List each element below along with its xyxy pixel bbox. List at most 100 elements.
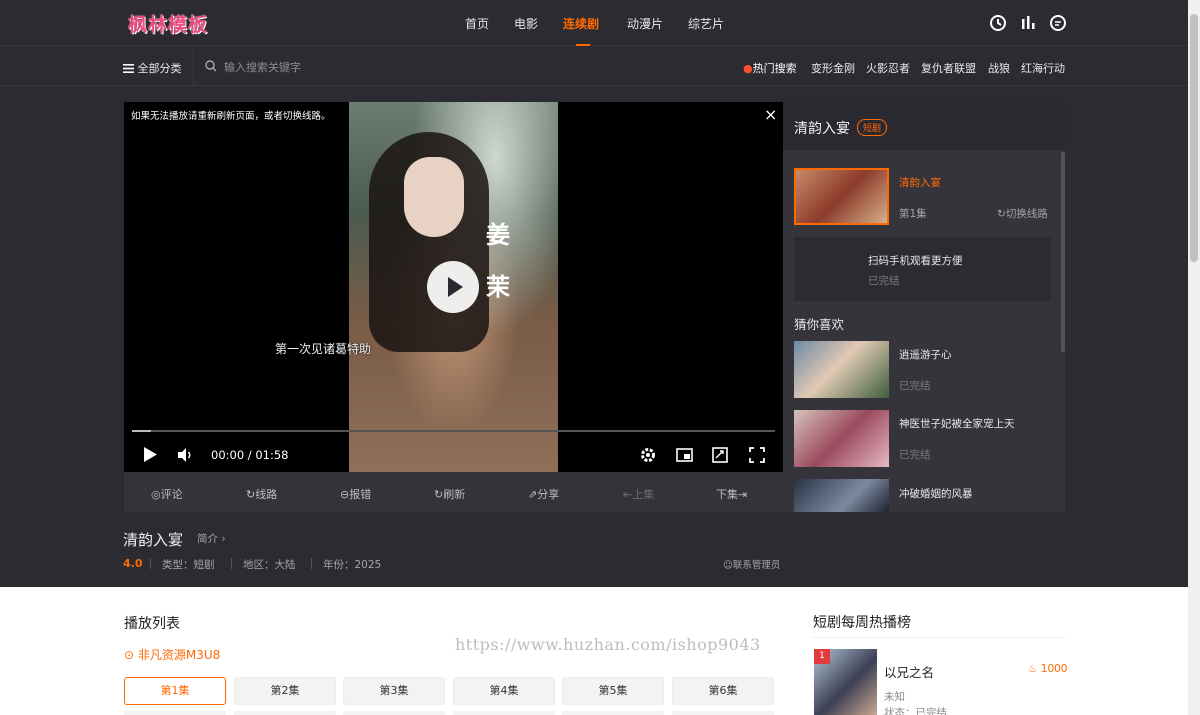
rating-score: 4.0 bbox=[123, 557, 143, 570]
nav-anime[interactable]: 动漫片 bbox=[627, 15, 663, 32]
play-icon[interactable] bbox=[143, 447, 157, 462]
prev-episode-button[interactable]: ⇤上集 bbox=[623, 486, 654, 502]
meta-region: 地区：大陆 bbox=[243, 559, 296, 571]
route-button[interactable]: ↻线路 bbox=[246, 486, 277, 502]
comment-button[interactable]: ◎评论 bbox=[151, 486, 183, 502]
message-icon[interactable] bbox=[1049, 14, 1067, 32]
hot-term-5[interactable]: 红海行动 bbox=[1021, 60, 1065, 76]
hot-item-title[interactable]: 以兄之名 bbox=[884, 662, 934, 681]
page-scrollbar-thumb[interactable] bbox=[1190, 14, 1198, 262]
nav-home[interactable]: 首页 bbox=[465, 15, 489, 32]
episode-button[interactable] bbox=[453, 711, 555, 715]
hot-term-3[interactable]: 复仇者联盟 bbox=[921, 60, 976, 76]
episode-button[interactable] bbox=[234, 711, 336, 715]
progress-bar[interactable] bbox=[132, 430, 775, 432]
all-categories-label: 全部分类 bbox=[137, 62, 182, 75]
episode-button[interactable] bbox=[343, 711, 445, 715]
report-button[interactable]: ⊖报错 bbox=[340, 486, 371, 502]
episode-button[interactable]: 第5集 bbox=[562, 677, 664, 705]
qr-code-box bbox=[794, 237, 1051, 301]
hot-search-label[interactable]: ●热门搜索 bbox=[743, 60, 797, 76]
widescreen-icon[interactable] bbox=[712, 447, 728, 463]
hot-term-1[interactable]: 变形金刚 bbox=[811, 60, 855, 76]
episode-button[interactable] bbox=[124, 711, 226, 715]
route-icon: ↻ bbox=[246, 488, 256, 501]
ranking-icon[interactable] bbox=[1019, 14, 1037, 32]
recommend-heading: 猜你喜欢 bbox=[794, 317, 845, 332]
history-icon[interactable] bbox=[989, 14, 1007, 32]
episode-button[interactable]: 第2集 bbox=[234, 677, 336, 705]
playlist-title: 播放列表 bbox=[124, 616, 180, 632]
search-input[interactable] bbox=[224, 57, 524, 77]
next-episode-button[interactable]: 下集⇥ bbox=[716, 486, 747, 502]
meta-type: 类型：短剧 bbox=[162, 559, 215, 571]
nav-series[interactable]: 连续剧 bbox=[563, 15, 599, 32]
hot-term-2[interactable]: 火影忍者 bbox=[866, 60, 910, 76]
divider bbox=[231, 558, 232, 569]
site-logo[interactable]: 枫林模板 bbox=[128, 10, 208, 37]
refresh-icon: ↻ bbox=[434, 488, 444, 501]
qr-title: 扫码手机观看更方便 bbox=[868, 255, 963, 267]
side-panel-scrollbar[interactable] bbox=[1061, 152, 1065, 352]
current-episode-thumbnail[interactable] bbox=[794, 168, 889, 225]
hot-item-score: ♨ 1000 bbox=[1028, 663, 1068, 675]
hot-item-status: 状态：已完结 bbox=[884, 707, 947, 715]
settings-icon[interactable] bbox=[640, 447, 656, 463]
recommend-status: 已完结 bbox=[899, 449, 931, 461]
divider bbox=[311, 558, 312, 569]
hot-ranking-title: 短剧每周热播榜 bbox=[813, 615, 911, 631]
recommend-thumbnail[interactable] bbox=[794, 341, 889, 398]
rank-badge: 1 bbox=[814, 649, 830, 664]
fullscreen-icon[interactable] bbox=[749, 447, 765, 463]
episode-button[interactable]: 第1集 bbox=[124, 677, 226, 705]
episode-button[interactable]: 第4集 bbox=[453, 677, 555, 705]
episode-button[interactable] bbox=[672, 711, 774, 715]
chevron-right-icon: › bbox=[221, 533, 226, 545]
next-icon: ⇥ bbox=[738, 488, 748, 501]
progress-fill bbox=[132, 430, 151, 432]
qr-status: 已完结 bbox=[868, 275, 900, 287]
picture-in-picture-icon[interactable] bbox=[676, 448, 693, 462]
play-circle-icon: ⊙ bbox=[124, 648, 135, 662]
meta-year: 年份：2025 bbox=[323, 559, 382, 571]
play-button[interactable] bbox=[427, 261, 479, 313]
prev-icon: ⇤ bbox=[623, 488, 633, 501]
recommend-thumbnail[interactable] bbox=[794, 479, 889, 512]
recommend-title[interactable]: 冲破婚姻的风暴 bbox=[899, 486, 973, 501]
genre-badge: 短剧 bbox=[857, 119, 888, 136]
share-button[interactable]: ⇗分享 bbox=[528, 486, 559, 502]
nav-variety[interactable]: 综艺片 bbox=[688, 15, 724, 32]
nav-movies[interactable]: 电影 bbox=[514, 15, 538, 32]
search-icon[interactable] bbox=[205, 60, 217, 72]
hot-term-4[interactable]: 战狼 bbox=[988, 60, 1010, 76]
overlay-title-char-2: 茉 bbox=[486, 272, 510, 301]
all-categories-button[interactable]: 全部分类 bbox=[123, 60, 182, 76]
recommend-title[interactable]: 神医世子妃被全家宠上天 bbox=[899, 416, 1015, 431]
share-icon: ⇗ bbox=[528, 488, 538, 501]
volume-icon[interactable] bbox=[178, 448, 194, 462]
show-title: 清韵入宴 bbox=[123, 531, 184, 549]
switch-route-link[interactable]: ↻切换线路 bbox=[997, 206, 1048, 221]
hot-item-subtitle: 未知 bbox=[884, 691, 905, 703]
recommend-title[interactable]: 逍遥游子心 bbox=[899, 347, 952, 362]
player-notice: 如果无法播放请重新刷新页面，或者切换线路。 bbox=[131, 111, 331, 122]
close-icon[interactable]: × bbox=[764, 107, 777, 123]
play-icon bbox=[448, 277, 463, 297]
contact-admin-link[interactable]: ☺联系管理员 bbox=[723, 557, 780, 571]
refresh-button[interactable]: ↻刷新 bbox=[434, 486, 465, 502]
episode-button[interactable]: 第3集 bbox=[343, 677, 445, 705]
current-episode-title[interactable]: 清韵入宴 bbox=[899, 175, 941, 190]
episode-button[interactable]: 第6集 bbox=[672, 677, 774, 705]
source-label[interactable]: ⊙ 非凡资源M3U8 bbox=[124, 646, 220, 663]
divider bbox=[813, 637, 1066, 638]
video-figure-face bbox=[404, 157, 464, 237]
video-subtitle: 第一次见诸葛特助 bbox=[275, 342, 372, 356]
fire-icon: ♨ bbox=[1028, 663, 1038, 675]
menu-icon bbox=[123, 64, 134, 73]
intro-link[interactable]: 简介 › bbox=[197, 531, 226, 546]
episode-button[interactable] bbox=[562, 711, 664, 715]
divider bbox=[150, 558, 151, 569]
side-panel-title: 清韵入宴 bbox=[794, 121, 850, 137]
recommend-thumbnail[interactable] bbox=[794, 410, 889, 467]
smile-icon: ☺ bbox=[723, 560, 733, 571]
